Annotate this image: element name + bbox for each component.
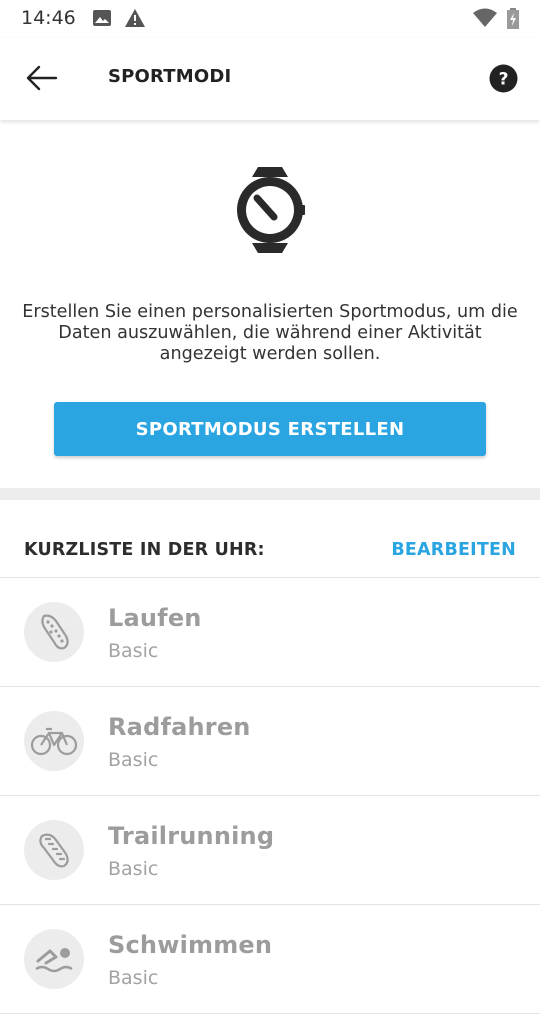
help-icon: ? (489, 64, 518, 93)
page-title: SPORTMODI (108, 66, 232, 87)
edit-button[interactable]: BEARBEITEN (391, 540, 516, 560)
shortlist-label: KURZLISTE IN DER UHR: (24, 540, 265, 560)
create-sportmode-section: Erstellen Sie einen personalisierten Spo… (0, 120, 540, 488)
svg-text:?: ? (499, 70, 509, 90)
running-shoe-icon (24, 602, 84, 662)
list-item-name: Trailrunning (108, 822, 275, 850)
list-item-subtitle: Basic (108, 640, 159, 662)
list-item-name: Radfahren (108, 713, 251, 741)
list-item-name: Schwimmen (108, 931, 273, 959)
section-divider (0, 488, 540, 500)
back-button[interactable] (24, 62, 60, 94)
create-sportmode-button[interactable]: SPORTMODUS ERSTELLEN (54, 402, 486, 456)
arrow-left-icon (26, 65, 58, 91)
list-item-name: Laufen (108, 604, 202, 632)
trail-shoe-icon (24, 820, 84, 880)
status-bar: 14:46 (0, 0, 540, 38)
watch-icon (230, 165, 310, 255)
status-time: 14:46 (21, 7, 76, 29)
list-item-subtitle: Basic (108, 858, 159, 880)
image-icon (92, 8, 112, 32)
list-item-radfahren[interactable]: Radfahren Basic (0, 687, 540, 796)
swimming-icon (24, 929, 84, 989)
list-item-subtitle: Basic (108, 967, 159, 989)
shortlist-header: KURZLISTE IN DER UHR: BEARBEITEN (0, 500, 540, 578)
bicycle-icon (24, 711, 84, 771)
app-bar: SPORTMODI ? (0, 38, 540, 120)
alert-icon (124, 8, 146, 32)
battery-icon (506, 8, 520, 34)
list-item-trailrunning[interactable]: Trailrunning Basic (0, 796, 540, 905)
wifi-icon (472, 8, 498, 32)
list-item-laufen[interactable]: Laufen Basic (0, 578, 540, 687)
sportmode-list: Laufen Basic Radfahren Basic Trailrunnin… (0, 578, 540, 1014)
help-button[interactable]: ? (489, 64, 518, 93)
sportmode-description: Erstellen Sie einen personalisierten Spo… (22, 302, 518, 364)
list-item-subtitle: Basic (108, 749, 159, 771)
